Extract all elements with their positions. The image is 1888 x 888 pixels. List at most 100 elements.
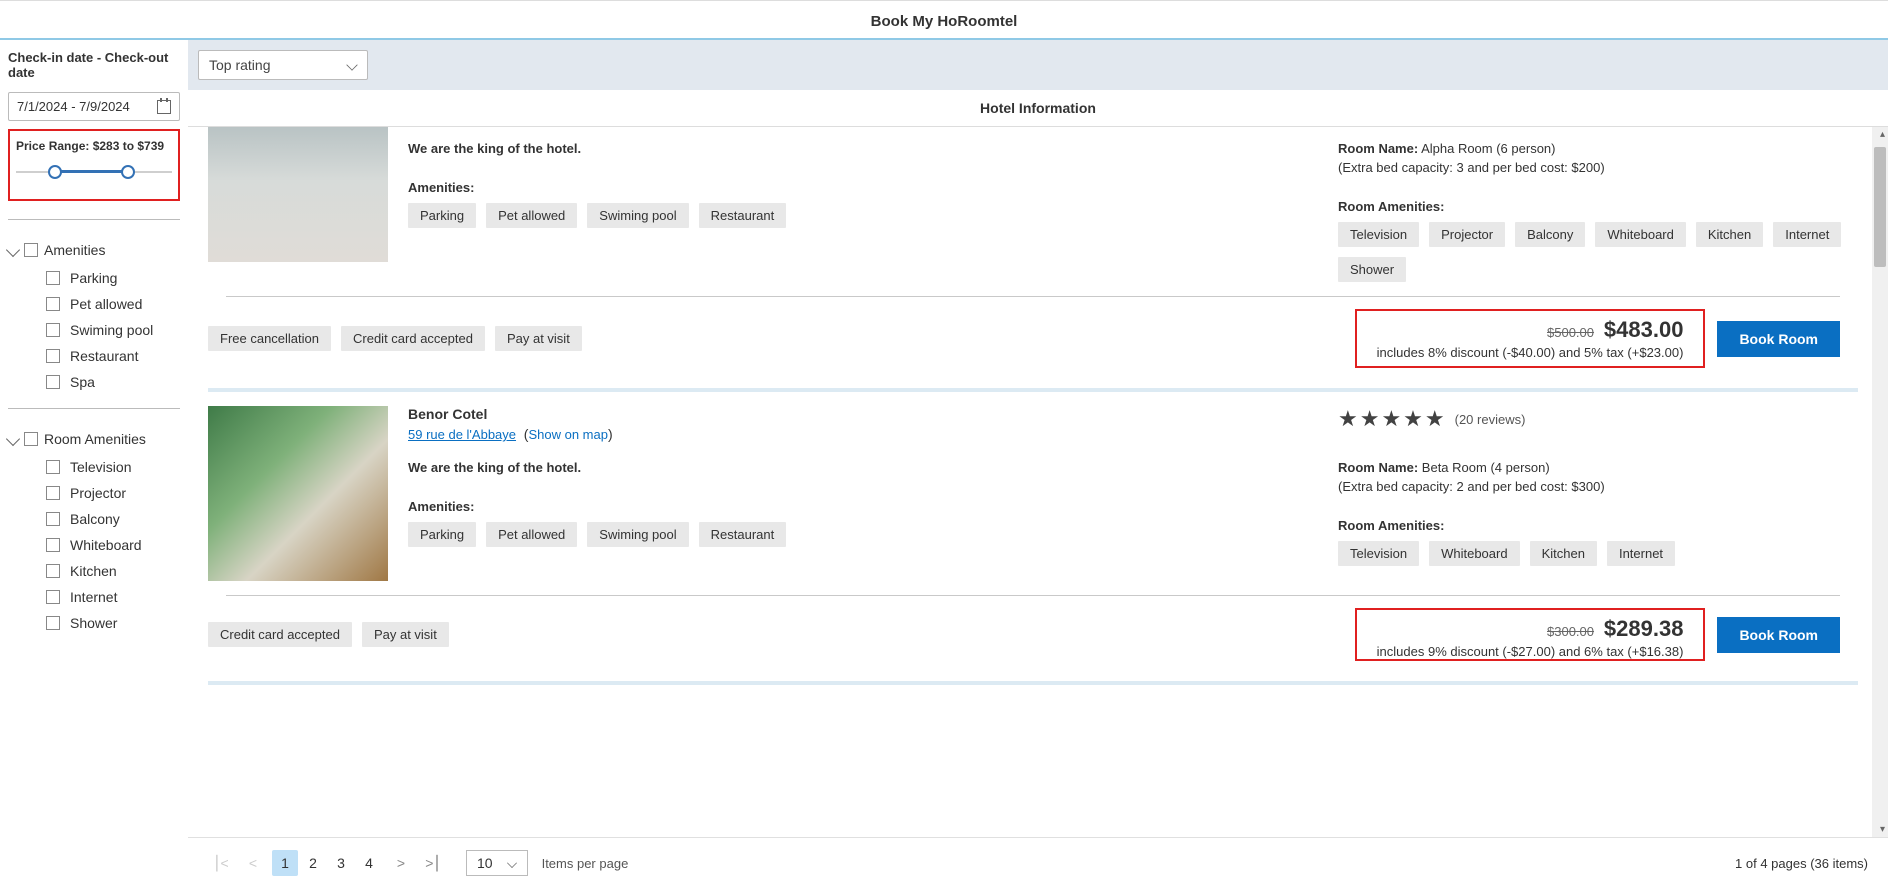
pager-first-button[interactable]: ⎮< (208, 850, 234, 876)
hotel-slogan: We are the king of the hotel. (408, 141, 1318, 156)
tag: Pay at visit (495, 326, 582, 351)
hotel-slogan: We are the king of the hotel. (408, 460, 1318, 475)
sort-dropdown[interactable]: Top rating (198, 50, 368, 80)
chevron-down-icon (346, 59, 357, 70)
pager-next-button[interactable]: > (388, 850, 414, 876)
book-room-button[interactable]: Book Room (1717, 321, 1840, 357)
price-slider-handle-max[interactable] (121, 165, 135, 179)
price-note: includes 8% discount (-$40.00) and 5% ta… (1377, 345, 1684, 360)
pager-info: 1 of 4 pages (36 items) (1735, 856, 1868, 871)
page-size-label: Items per page (542, 856, 629, 871)
checkbox[interactable] (46, 486, 60, 500)
app-title: Book My HoRoomtel (0, 0, 1888, 40)
checkbox[interactable] (46, 271, 60, 285)
filter-item[interactable]: Spa (46, 374, 180, 390)
price-slider[interactable] (16, 163, 172, 183)
filter-item[interactable]: Whiteboard (46, 537, 180, 553)
filter-item[interactable]: Swiming pool (46, 322, 180, 338)
sidebar-divider (8, 219, 180, 220)
checkbox[interactable] (46, 564, 60, 578)
checkbox[interactable] (46, 375, 60, 389)
filter-label: Whiteboard (70, 537, 142, 553)
room-amenities-title: Room Amenities (44, 431, 146, 447)
checkbox[interactable] (46, 460, 60, 474)
filter-label: Television (70, 459, 131, 475)
chevron-down-icon (6, 432, 20, 446)
filter-item[interactable]: Parking (46, 270, 180, 286)
pager-last-button[interactable]: >⎮ (420, 850, 446, 876)
card-divider (226, 595, 1840, 596)
tag: Swiming pool (587, 522, 688, 547)
sidebar: Check-in date - Check-out date 7/1/2024 … (0, 40, 188, 888)
pager-page-button[interactable]: 3 (328, 850, 354, 876)
filter-item[interactable]: Shower (46, 615, 180, 631)
tag: Credit card accepted (208, 622, 352, 647)
filter-item[interactable]: Pet allowed (46, 296, 180, 312)
checkbox[interactable] (46, 297, 60, 311)
calendar-icon (157, 100, 171, 114)
pager-prev-button[interactable]: < (240, 850, 266, 876)
hotel-card: We are the king of the hotel. Amenities:… (208, 127, 1858, 392)
room-name: Alpha Room (6 person) (1418, 141, 1555, 156)
filter-item[interactable]: Projector (46, 485, 180, 501)
chevron-down-icon (6, 243, 20, 257)
extra-bed-info: (Extra bed capacity: 3 and per bed cost:… (1338, 160, 1858, 175)
filter-item[interactable]: Kitchen (46, 563, 180, 579)
tag: Credit card accepted (341, 326, 485, 351)
filter-item[interactable]: Television (46, 459, 180, 475)
tag: Restaurant (699, 522, 787, 547)
tag: Swiming pool (587, 203, 688, 228)
filter-label: Parking (70, 270, 117, 286)
price-range-filter: Price Range: $283 to $739 (8, 129, 180, 201)
hotel-address-link[interactable]: 59 rue de l'Abbaye (408, 427, 516, 442)
checkbox[interactable] (46, 323, 60, 337)
room-amenities-label: Room Amenities: (1338, 518, 1858, 533)
tag: Internet (1773, 222, 1841, 247)
amenities-header[interactable]: Amenities (8, 238, 180, 262)
checkbox[interactable] (46, 590, 60, 604)
price-box: $300.00 $289.38 includes 9% discount (-$… (1355, 608, 1706, 661)
page-size-select[interactable]: 10 (466, 850, 528, 876)
new-price: $289.38 (1604, 616, 1684, 641)
tag: Television (1338, 222, 1419, 247)
amenities-checkbox-all[interactable] (24, 243, 38, 257)
filter-item[interactable]: Restaurant (46, 348, 180, 364)
date-range-input[interactable]: 7/1/2024 - 7/9/2024 (8, 92, 180, 121)
checkbox[interactable] (46, 616, 60, 630)
checkbox[interactable] (46, 512, 60, 526)
hotel-thumb (208, 127, 388, 262)
price-slider-fill (55, 170, 128, 173)
show-on-map-link[interactable]: Show on map (528, 427, 608, 442)
pager-page-button[interactable]: 4 (356, 850, 382, 876)
hotel-card: Benor Cotel 59 rue de l'Abbaye (Show on … (208, 392, 1858, 685)
book-room-button[interactable]: Book Room (1717, 617, 1840, 653)
tag: Kitchen (1696, 222, 1763, 247)
scroll-down-icon[interactable]: ▾ (1880, 824, 1885, 835)
filter-item[interactable]: Internet (46, 589, 180, 605)
scrollbar-thumb[interactable] (1874, 147, 1886, 267)
checkbox[interactable] (46, 538, 60, 552)
dates-label: Check-in date - Check-out date (8, 50, 180, 80)
price-slider-handle-min[interactable] (48, 165, 62, 179)
price-box: $500.00 $483.00 includes 8% discount (-$… (1355, 309, 1706, 368)
checkbox[interactable] (46, 349, 60, 363)
review-count: (20 reviews) (1455, 412, 1526, 427)
room-name: Beta Room (4 person) (1418, 460, 1550, 475)
room-amenities-header[interactable]: Room Amenities (8, 427, 180, 451)
tag: Pet allowed (486, 522, 577, 547)
filter-item[interactable]: Balcony (46, 511, 180, 527)
scrollbar[interactable]: ▴ ▾ (1872, 127, 1888, 837)
filter-label: Restaurant (70, 348, 138, 364)
pager: ⎮< < 1234 > >⎮ 10 Items per page 1 of 4 … (188, 837, 1888, 888)
extra-bed-info: (Extra bed capacity: 2 and per bed cost:… (1338, 479, 1858, 494)
pager-page-button[interactable]: 1 (272, 850, 298, 876)
tag: Shower (1338, 257, 1406, 282)
scroll-up-icon[interactable]: ▴ (1880, 129, 1885, 140)
filter-label: Kitchen (70, 563, 117, 579)
room-amenities-checkbox-all[interactable] (24, 432, 38, 446)
tag: Whiteboard (1429, 541, 1519, 566)
pager-page-button[interactable]: 2 (300, 850, 326, 876)
room-name-label: Room Name: (1338, 460, 1418, 475)
section-title: Hotel Information (188, 90, 1888, 127)
tag: Pet allowed (486, 203, 577, 228)
